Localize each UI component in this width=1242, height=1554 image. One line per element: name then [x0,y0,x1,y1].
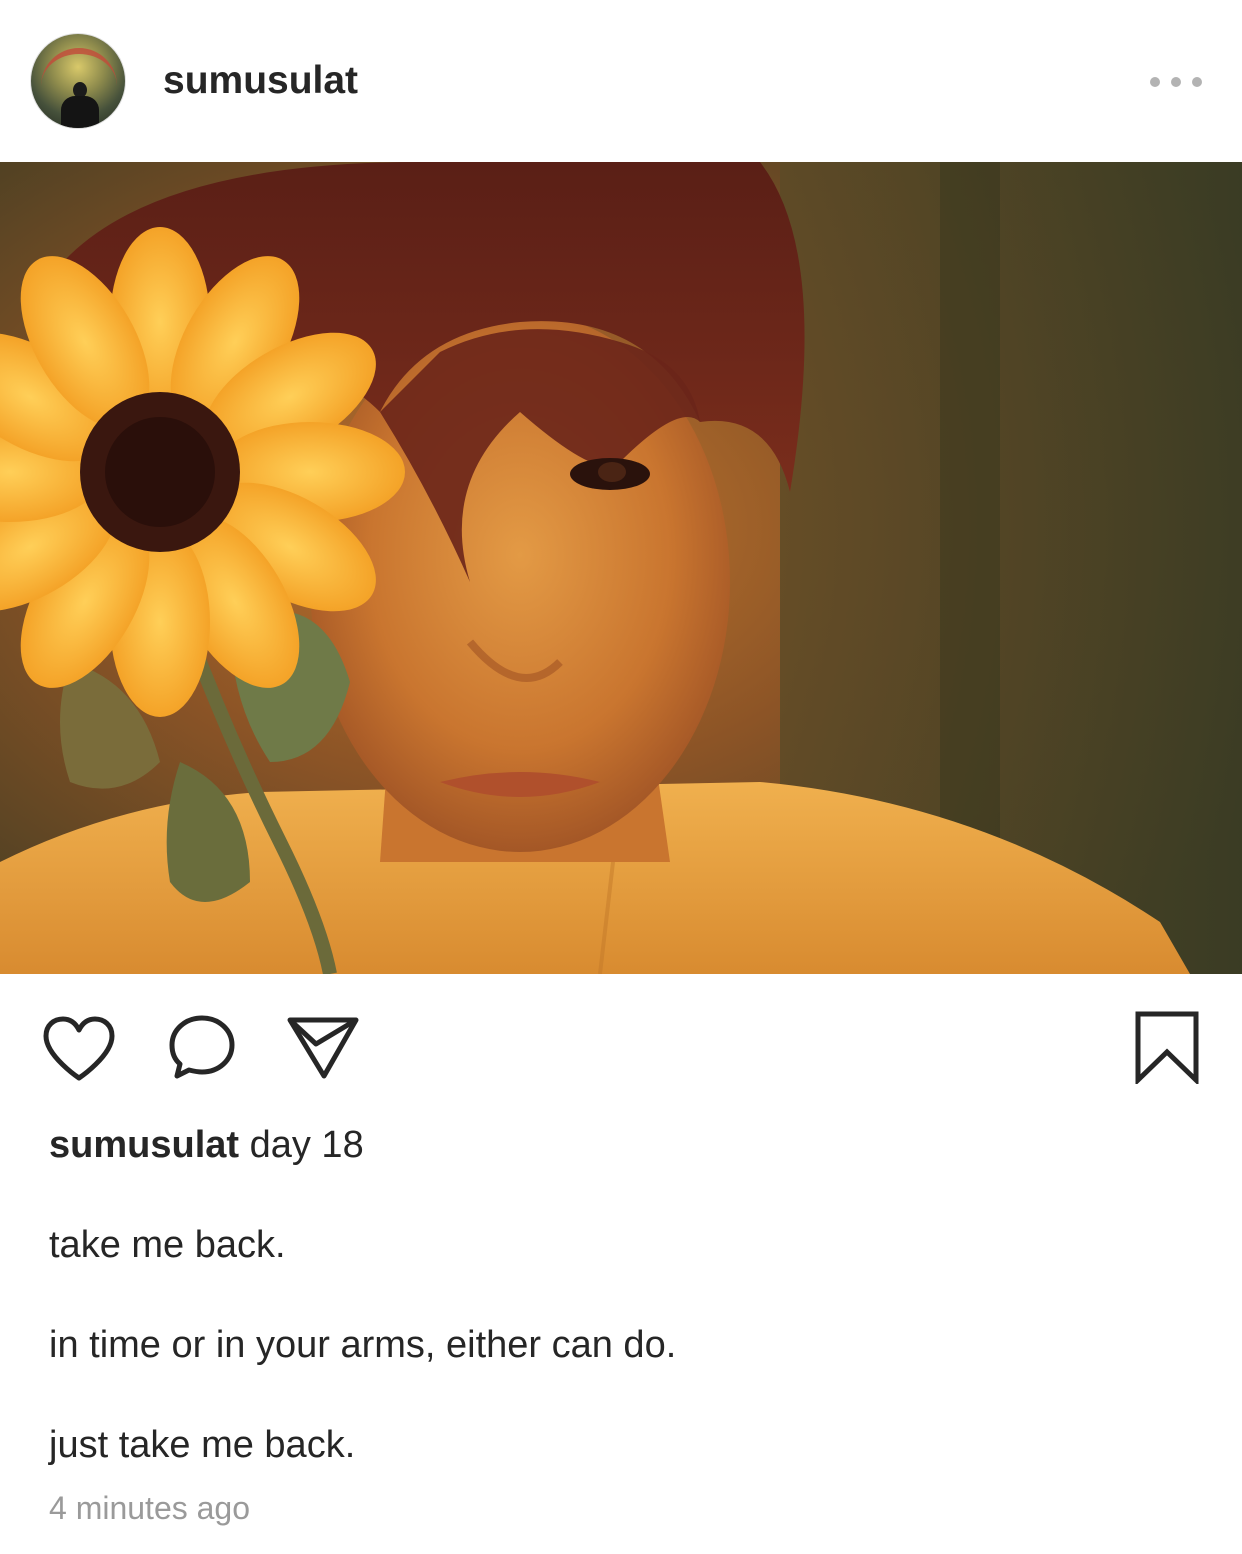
post-header: sumusulat [0,0,1242,162]
paper-plane-icon[interactable] [286,1014,360,1080]
caption-line: in time or in your arms, either can do. [49,1324,677,1366]
heart-icon[interactable] [42,1016,116,1082]
caption-line: just take me back. [49,1424,356,1466]
more-dot [1150,77,1160,87]
post-actions [0,1000,1242,1100]
caption-header: sumusulat day 18 [49,1118,1199,1172]
caption-line: take me back. [49,1224,286,1266]
caption-username[interactable]: sumusulat [49,1124,239,1166]
bookmark-icon[interactable] [1134,1010,1200,1084]
more-options-icon[interactable] [1150,70,1202,94]
avatar-figure-body [61,96,99,128]
more-dot [1171,77,1181,87]
post-photo[interactable] [0,162,1242,974]
avatar[interactable] [30,33,126,129]
caption-first-line: day 18 [249,1124,364,1166]
post-photo-illustration [0,162,1242,974]
post-username[interactable]: sumusulat [163,58,358,104]
more-dot [1192,77,1202,87]
comment-icon[interactable] [166,1014,238,1080]
post-timestamp: 4 minutes ago [49,1490,251,1526]
